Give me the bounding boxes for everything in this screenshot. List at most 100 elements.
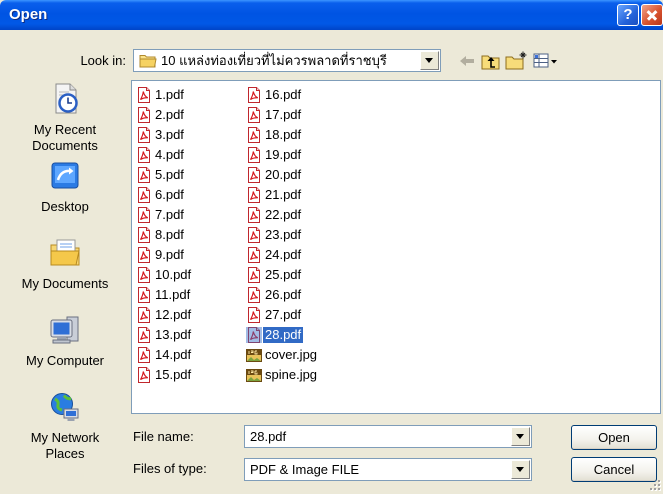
place-my-network-places[interactable]: My Network Places bbox=[4, 390, 127, 464]
file-name-label: 6.pdf bbox=[155, 187, 184, 202]
look-in-value: 10 แหล่งท่องเที่ยวที่ไม่ควรพลาดที่ราชบุร… bbox=[161, 53, 387, 68]
window-title: Open bbox=[9, 6, 48, 23]
file-name-label: spine.jpg bbox=[265, 367, 318, 382]
pdf-file-icon bbox=[136, 227, 152, 243]
pdf-file-icon bbox=[246, 227, 262, 243]
view-menu-button[interactable] bbox=[531, 50, 559, 72]
pdf-file-icon bbox=[136, 287, 152, 303]
file-item[interactable]: 26.pdf bbox=[246, 285, 356, 305]
file-name-label: 21.pdf bbox=[265, 187, 302, 202]
file-name-label: 1.pdf bbox=[155, 87, 184, 102]
pdf-file-icon bbox=[246, 127, 262, 143]
look-in-combo[interactable]: 10 แหล่งท่องเที่ยวที่ไม่ควรพลาดที่ราชบุร… bbox=[133, 49, 441, 72]
file-item[interactable]: 3.pdf bbox=[136, 125, 246, 145]
pdf-file-icon bbox=[136, 107, 152, 123]
place-desktop[interactable]: Desktop bbox=[4, 159, 127, 233]
my-computer-icon bbox=[48, 313, 82, 347]
files-of-type-select[interactable]: PDF & Image FILE bbox=[244, 458, 532, 481]
files-of-type-dropdown-button[interactable] bbox=[511, 460, 530, 479]
chevron-down-icon bbox=[516, 467, 524, 472]
file-item[interactable]: 19.pdf bbox=[246, 145, 356, 165]
file-item[interactable]: 9.pdf bbox=[136, 245, 246, 265]
file-item[interactable]: 8.pdf bbox=[136, 225, 246, 245]
pdf-file-icon bbox=[136, 247, 152, 263]
file-name-label: 26.pdf bbox=[265, 287, 302, 302]
file-name-label: 12.pdf bbox=[155, 307, 192, 322]
file-name-label: 9.pdf bbox=[155, 247, 184, 262]
new-folder-button[interactable] bbox=[504, 50, 528, 72]
file-name-label: 14.pdf bbox=[155, 347, 192, 362]
up-one-level-button[interactable] bbox=[480, 50, 502, 72]
pdf-file-icon bbox=[136, 307, 152, 323]
file-item[interactable]: 28.pdf bbox=[246, 325, 356, 345]
file-item[interactable]: 25.pdf bbox=[246, 265, 356, 285]
file-item[interactable]: 18.pdf bbox=[246, 125, 356, 145]
file-item[interactable]: 17.pdf bbox=[246, 105, 356, 125]
pdf-file-icon bbox=[246, 167, 262, 183]
file-item[interactable]: 13.pdf bbox=[136, 325, 246, 345]
file-item[interactable]: 12.pdf bbox=[136, 305, 246, 325]
file-name-label: 25.pdf bbox=[265, 267, 302, 282]
file-name-label: 22.pdf bbox=[265, 207, 302, 222]
open-button[interactable]: Open bbox=[571, 425, 657, 450]
file-item[interactable]: 27.pdf bbox=[246, 305, 356, 325]
pdf-file-icon bbox=[246, 327, 262, 343]
place-label: My Network Places bbox=[30, 430, 100, 461]
place-label: My Computer bbox=[25, 353, 105, 368]
file-item[interactable]: 5.pdf bbox=[136, 165, 246, 185]
my-documents-icon bbox=[48, 236, 82, 270]
pdf-file-icon bbox=[246, 267, 262, 283]
file-item[interactable]: 23.pdf bbox=[246, 225, 356, 245]
file-item[interactable]: 16.pdf bbox=[246, 85, 356, 105]
file-item[interactable]: 24.pdf bbox=[246, 245, 356, 265]
back-button[interactable] bbox=[456, 50, 478, 72]
file-item[interactable]: 7.pdf bbox=[136, 205, 246, 225]
file-item[interactable]: spine.jpg bbox=[246, 365, 356, 385]
help-button[interactable]: ? bbox=[617, 4, 639, 26]
file-item[interactable]: 2.pdf bbox=[136, 105, 246, 125]
file-name-label: 4.pdf bbox=[155, 147, 184, 162]
title-bar[interactable]: Open ? bbox=[0, 0, 663, 30]
place-my-computer[interactable]: My Computer bbox=[4, 313, 127, 387]
place-my-documents[interactable]: My Documents bbox=[4, 236, 127, 310]
recent-documents-icon bbox=[48, 82, 82, 116]
resize-grip-icon[interactable] bbox=[649, 479, 661, 491]
close-button[interactable] bbox=[641, 4, 663, 26]
cancel-button[interactable]: Cancel bbox=[571, 457, 657, 482]
file-name-label: 15.pdf bbox=[155, 367, 192, 382]
back-arrow-icon bbox=[456, 56, 478, 75]
look-in-dropdown-button[interactable] bbox=[420, 51, 439, 70]
chevron-down-icon bbox=[425, 58, 433, 63]
file-item[interactable]: 6.pdf bbox=[136, 185, 246, 205]
file-name-label: 20.pdf bbox=[265, 167, 302, 182]
file-name-field[interactable]: 28.pdf bbox=[244, 425, 532, 448]
pdf-file-icon bbox=[246, 147, 262, 163]
network-places-icon bbox=[48, 390, 82, 424]
file-item[interactable]: 21.pdf bbox=[246, 185, 356, 205]
places-bar: My Recent Documents Desktop My Documents… bbox=[4, 80, 127, 470]
file-grid: 1.pdf 2.pdf 3.pdf 4.pdf 5.pdf 6.pdf 7.pdf 8.pdf… bbox=[136, 85, 356, 385]
file-name-label: 19.pdf bbox=[265, 147, 302, 162]
file-item[interactable]: 1.pdf bbox=[136, 85, 246, 105]
file-item[interactable]: 4.pdf bbox=[136, 145, 246, 165]
file-list[interactable]: 1.pdf 2.pdf 3.pdf 4.pdf 5.pdf 6.pdf 7.pdf 8.pdf… bbox=[131, 80, 661, 414]
file-name-label: cover.jpg bbox=[265, 347, 318, 362]
file-item[interactable]: 14.pdf bbox=[136, 345, 246, 365]
file-item[interactable]: 20.pdf bbox=[246, 165, 356, 185]
pdf-file-icon bbox=[136, 347, 152, 363]
file-name-label: 13.pdf bbox=[155, 327, 192, 342]
file-name-value[interactable]: 28.pdf bbox=[250, 426, 507, 447]
jpg-file-icon bbox=[246, 367, 262, 383]
file-item[interactable]: 10.pdf bbox=[136, 265, 246, 285]
pdf-file-icon bbox=[136, 327, 152, 343]
file-item[interactable]: 15.pdf bbox=[136, 365, 246, 385]
place-my-recent-documents[interactable]: My Recent Documents bbox=[4, 82, 127, 156]
file-item[interactable]: cover.jpg bbox=[246, 345, 356, 365]
pdf-file-icon bbox=[136, 267, 152, 283]
file-item[interactable]: 11.pdf bbox=[136, 285, 246, 305]
file-name-dropdown-button[interactable] bbox=[511, 427, 530, 446]
file-item[interactable]: 22.pdf bbox=[246, 205, 356, 225]
up-folder-icon bbox=[480, 55, 502, 75]
place-label: My Documents bbox=[21, 276, 109, 291]
file-name-label: 3.pdf bbox=[155, 127, 184, 142]
